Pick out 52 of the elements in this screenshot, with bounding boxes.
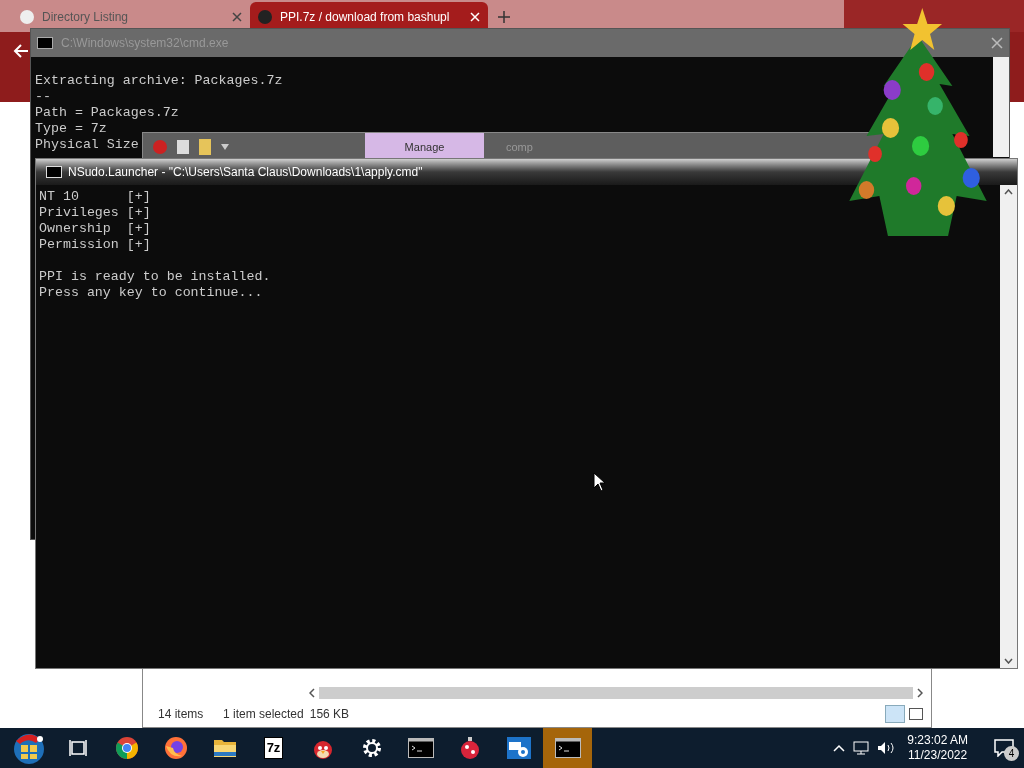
- console-line: Physical Size: [35, 137, 139, 153]
- tab-title: PPI.7z / download from bashupl: [280, 9, 451, 26]
- selection-status: 1 item selected: [223, 706, 304, 723]
- back-arrow-icon[interactable]: [12, 42, 30, 60]
- ornament-icon: [153, 140, 167, 154]
- console-icon: [37, 37, 53, 49]
- notification-badge: 4: [1004, 746, 1019, 761]
- settings-icon: [360, 737, 383, 759]
- console-line: Path = Packages.7z: [35, 105, 179, 121]
- chrome-icon: [114, 736, 139, 760]
- scroll-left-icon[interactable]: [309, 688, 315, 698]
- scrollbar[interactable]: [1000, 185, 1017, 668]
- console-line: --: [35, 89, 51, 105]
- cursor-icon: [593, 472, 606, 492]
- plus-icon[interactable]: [498, 11, 510, 23]
- console-line: NT 10 [+]: [39, 189, 151, 205]
- window-gear-icon: [505, 736, 532, 760]
- taskbar-button[interactable]: [543, 728, 592, 768]
- notification-icon[interactable]: [994, 739, 1014, 757]
- firefox-icon: [163, 736, 188, 760]
- seven-zip-icon: 7z: [263, 737, 284, 759]
- console-icon: [46, 166, 62, 178]
- network-icon[interactable]: [853, 741, 870, 755]
- chevron-up-icon[interactable]: [833, 744, 846, 752]
- caret-icon[interactable]: [221, 144, 229, 150]
- ornament-icon: [458, 736, 481, 760]
- scroll-up-icon[interactable]: [1004, 189, 1013, 195]
- console-line: Extracting archive: Packages.7z: [35, 73, 283, 89]
- scrollbar[interactable]: [993, 57, 1009, 157]
- console-line: Permission [+]: [39, 237, 151, 253]
- taskbar-button[interactable]: 7z: [249, 728, 298, 768]
- task-view-icon: [68, 739, 87, 757]
- tab-title: Directory Listing: [42, 9, 130, 26]
- scroll-right-icon[interactable]: [917, 688, 923, 698]
- horizontal-scrollbar[interactable]: [319, 687, 913, 699]
- terminal-icon: [407, 738, 434, 758]
- clock[interactable]: 9:23:02 AM 11/23/2022: [903, 733, 972, 763]
- item-count: 14 items: [158, 706, 205, 723]
- tiles-view-icon[interactable]: [909, 708, 923, 720]
- close-icon[interactable]: [232, 12, 242, 22]
- console-line: PPI is ready to be installed.: [39, 269, 271, 285]
- ribbon-tab[interactable]: Manage: [365, 133, 484, 161]
- selection-size: 156 KB: [309, 706, 350, 723]
- console-line: Type = 7z: [35, 121, 107, 137]
- volume-icon[interactable]: [877, 741, 896, 755]
- window-title: NSudo.Launcher - "C:\Users\Santa Claus\Downloads\1\apply.cmd": [68, 164, 423, 181]
- scroll-down-icon[interactable]: [1004, 658, 1013, 664]
- console-line: Ownership [+]: [39, 221, 151, 237]
- console-line: Press any key to continue...: [39, 285, 263, 301]
- terminal-icon: [554, 738, 581, 758]
- start-orb-icon: [11, 731, 46, 765]
- console-line: Privileges [+]: [39, 205, 151, 221]
